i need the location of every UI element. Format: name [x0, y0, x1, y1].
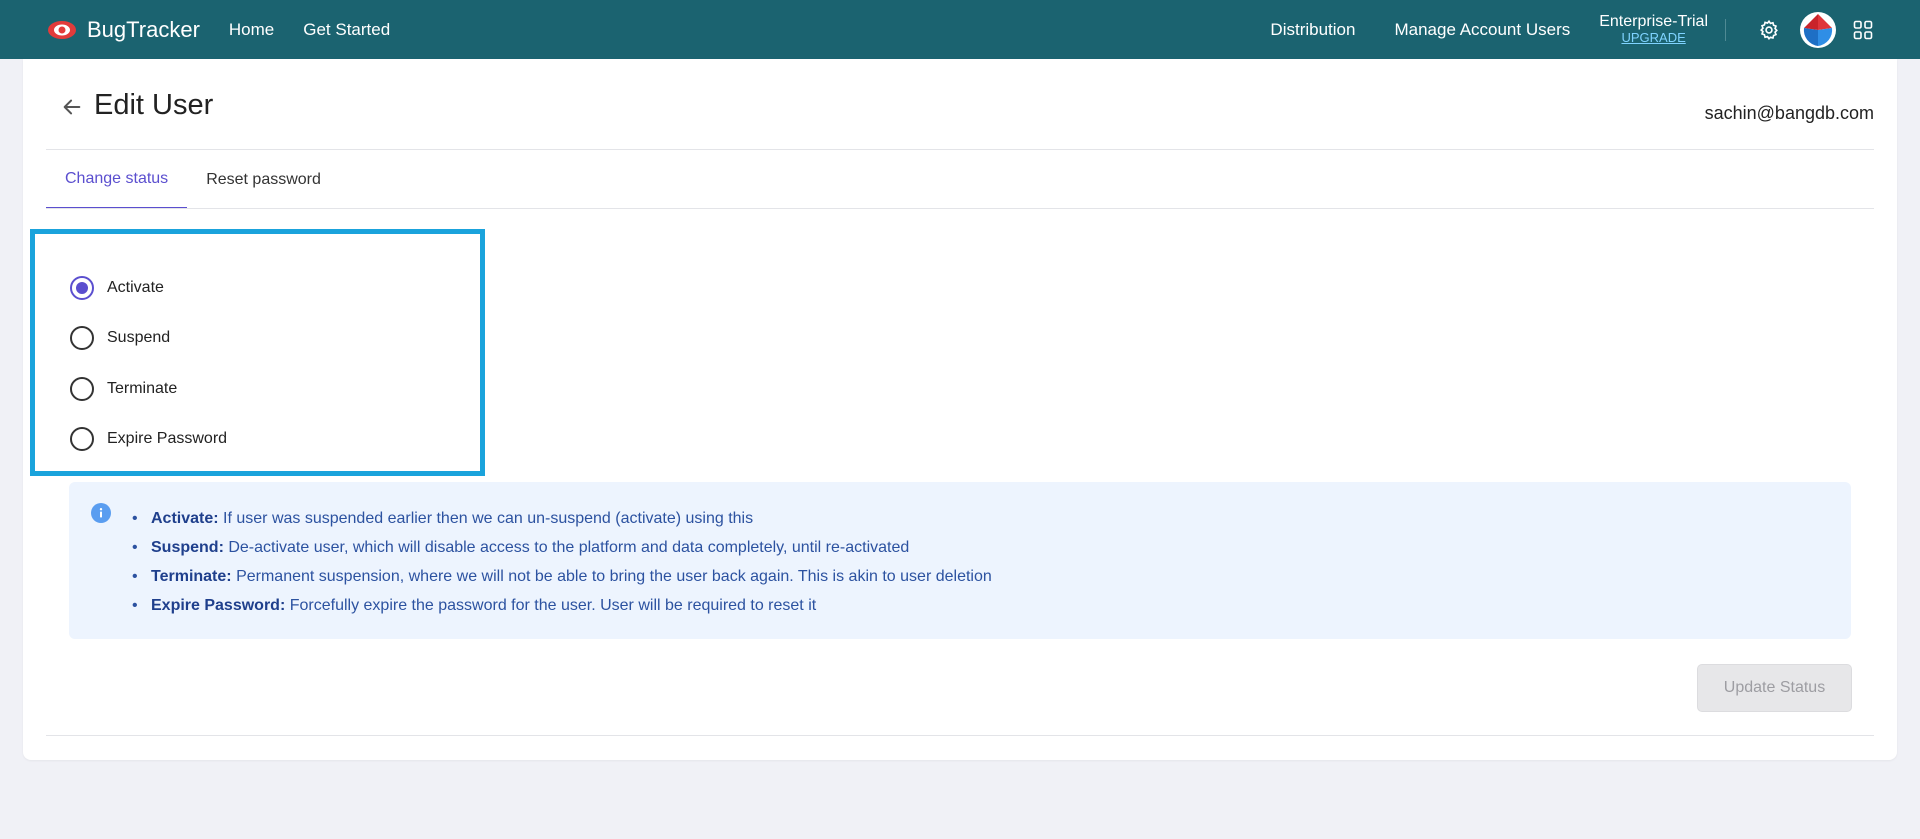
- nav-separator: [1725, 18, 1726, 41]
- radio-label-suspend: Suspend: [107, 329, 171, 346]
- info-desc: Permanent suspension, where we will not …: [236, 568, 992, 585]
- edit-user-card: Edit User sachin@bangdb.com Change statu…: [23, 59, 1897, 760]
- radio-activate[interactable]: [70, 276, 94, 300]
- radio-option-suspend[interactable]: Suspend: [70, 326, 170, 350]
- info-desc: If user was suspended earlier then we ca…: [223, 510, 754, 527]
- plan-indicator: Enterprise-Trial UPGRADE: [1599, 13, 1708, 46]
- radio-option-terminate[interactable]: Terminate: [70, 377, 177, 401]
- radio-suspend[interactable]: [70, 326, 94, 350]
- apps-grid-icon[interactable]: [1853, 20, 1873, 40]
- radio-label-terminate: Terminate: [107, 380, 178, 397]
- radio-label-expire-password: Expire Password: [107, 430, 228, 447]
- user-email: sachin@bangdb.com: [1704, 103, 1874, 123]
- radio-expire-password[interactable]: [70, 427, 94, 451]
- radio-option-activate[interactable]: Activate: [70, 276, 164, 300]
- radio-label-activate: Activate: [107, 279, 164, 296]
- radio-option-expire-password[interactable]: Expire Password: [70, 427, 227, 451]
- tabs-divider: [46, 208, 1874, 209]
- update-status-button[interactable]: Update Status: [1697, 664, 1852, 712]
- info-icon: [91, 503, 111, 523]
- nav-link-manage-account-users[interactable]: Manage Account Users: [1394, 20, 1570, 40]
- info-item-activate: Activate: If user was suspended earlier …: [132, 510, 992, 539]
- upgrade-link[interactable]: UPGRADE: [1621, 30, 1685, 46]
- footer-divider: [46, 735, 1874, 736]
- back-arrow-icon[interactable]: [58, 93, 86, 121]
- gear-icon[interactable]: [1758, 19, 1780, 41]
- nav-right-group: Distribution Manage Account Users Enterp…: [1270, 0, 1920, 59]
- tab-change-status[interactable]: Change status: [46, 150, 188, 209]
- info-term: Terminate:: [151, 568, 232, 585]
- info-list: Activate: If user was suspended earlier …: [132, 510, 992, 626]
- plan-name: Enterprise-Trial: [1599, 12, 1708, 30]
- info-item-terminate: Terminate: Permanent suspension, where w…: [132, 568, 992, 597]
- status-options-group: Activate Suspend Terminate Expire Passwo…: [30, 229, 485, 476]
- tab-reset-password[interactable]: Reset password: [187, 150, 340, 209]
- brand-name: BugTracker: [87, 16, 200, 42]
- info-item-expire-password: Expire Password: Forcefully expire the p…: [132, 597, 992, 626]
- info-desc: De-activate user, which will disable acc…: [228, 539, 910, 556]
- page-title: Edit User: [94, 89, 214, 121]
- info-term: Expire Password:: [151, 597, 286, 614]
- nav-link-get-started[interactable]: Get Started: [303, 20, 390, 40]
- avatar[interactable]: [1799, 11, 1837, 49]
- info-term: Suspend:: [151, 539, 224, 556]
- tab-bar: Change status Reset password: [46, 150, 340, 209]
- nav-link-distribution[interactable]: Distribution: [1270, 20, 1355, 40]
- nav-link-home[interactable]: Home: [229, 20, 274, 40]
- radio-terminate[interactable]: [70, 377, 94, 401]
- brand-logo[interactable]: BugTracker: [47, 17, 200, 43]
- status-info-box: Activate: If user was suspended earlier …: [69, 482, 1851, 639]
- bug-logo-icon: [47, 19, 77, 41]
- top-nav-bar: BugTracker Home Get Started Distribution…: [0, 0, 1920, 59]
- info-term: Activate:: [151, 510, 219, 527]
- info-item-suspend: Suspend: De-activate user, which will di…: [132, 539, 992, 568]
- info-desc: Forcefully expire the password for the u…: [289, 597, 817, 614]
